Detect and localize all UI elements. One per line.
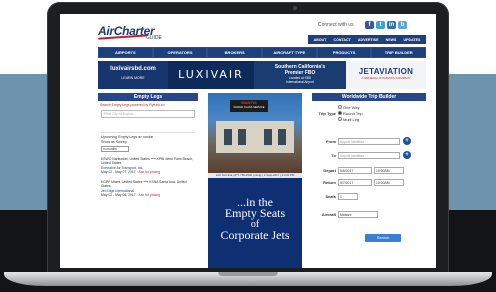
trip-builder-title: Worldwide Trip Builder [312, 93, 426, 101]
nav-aircraft-type[interactable]: AIRCRAFT TYPE [263, 48, 316, 57]
ad-line-2: Empty Seats [224, 206, 286, 220]
empty-legs-search-input[interactable]: Find City or Airport... [101, 110, 195, 118]
ad-line-4: Corporate Jets [220, 228, 290, 242]
nav-brokers[interactable]: BROKERS [208, 48, 262, 57]
nav-airports[interactable]: AIRPORTS [99, 48, 152, 57]
empty-leg-item[interactable]: KOPF Miami, United States ⟶ KSNA Santa A… [101, 180, 195, 198]
facebook-icon[interactable]: f [365, 21, 374, 29]
ad-window [264, 129, 272, 145]
jet-aviation-sub: A GENERAL DYNAMICS COMPANY [361, 76, 411, 80]
add-to-plus-icon[interactable]: + [403, 151, 411, 159]
return-time-select[interactable]: 10:00AM [374, 179, 404, 186]
empty-legs-title: Empty Legs [98, 93, 198, 101]
ad-photo: MANTIS WORLD CLASS SERVICE [208, 93, 302, 173]
main-nav: AIRPORTS OPERATORS BROKERS AIRCRAFT TYPE… [98, 47, 426, 58]
aircraft-row: Aircraft Midsize [312, 211, 378, 218]
side-ad[interactable]: MANTIS WORLD CLASS SERVICE LAX Terminal … [208, 93, 302, 268]
return-date-input[interactable]: 5/7/2017 [338, 179, 372, 186]
webcam-icon [293, 6, 297, 10]
to-label: To [331, 152, 336, 158]
jet-aviation-logo: JETAVIATION [358, 67, 414, 76]
aircraft-label: Aircraft [321, 212, 336, 217]
ad-headline: ...in the Empty Seats of Corporate Jets [208, 196, 302, 242]
util-nav-news[interactable]: NEWS [386, 38, 397, 42]
connect-label: Connect with us [318, 22, 354, 28]
trip-type-option[interactable]: Multi Leg [338, 117, 363, 122]
banner-fbo-sub-2: International Airport [286, 80, 314, 84]
util-nav-advertise[interactable]: ADVERTISE [358, 38, 379, 42]
to-input[interactable]: Airport Identifier [338, 151, 400, 159]
ad-window [224, 129, 232, 145]
site-logo[interactable]: AirCharter GUIDE [97, 22, 162, 41]
show-as-label: Show as Sweep [101, 139, 127, 144]
nav-products[interactable]: PRODUCTS [317, 48, 371, 57]
trip-type-option[interactable]: One Way [338, 105, 363, 110]
banner-learn-more[interactable]: LEARN MORE [98, 76, 168, 80]
trip-type-row: Trip Type One Way Round Trip Multi Leg [312, 105, 363, 122]
radio-icon[interactable] [338, 117, 342, 121]
leg-date: May 02 - May 06, 2017 [101, 193, 136, 198]
ad-sign-title: MANTIS [241, 100, 257, 105]
trip-type-label: Trip Type [318, 111, 336, 116]
depart-date-input[interactable]: 5/6/2017 [338, 167, 372, 174]
radio-icon[interactable] [338, 105, 342, 109]
seats-row: Seats 1 [312, 193, 358, 200]
depart-row: Depart 5/6/2017 10:00AM [312, 167, 404, 174]
ad-window [278, 129, 286, 145]
seats-input[interactable]: 1 [338, 193, 358, 200]
laptop-base-notch [218, 272, 278, 276]
leg-price[interactable]: Ask for pricing [139, 193, 160, 197]
from-row: From Airport Identifier + [312, 137, 411, 145]
leg-price[interactable]: Ask for pricing [139, 170, 160, 174]
util-nav-updates[interactable]: UPDATES [404, 38, 421, 42]
banner-brand: LUXIVAIR [168, 61, 254, 89]
leg-route: KSWO Nantucket, United States ⟶ KPBI Wes… [101, 156, 194, 166]
utility-nav: ABOUT CONTACT ADVERTISE NEWS UPDATES [308, 35, 426, 44]
twitter-icon[interactable]: t [376, 21, 385, 29]
divider [101, 132, 195, 133]
empty-legs-subtitle: Search Empty Legs powered by Flyfunk.co [100, 103, 165, 107]
blog-icon[interactable]: b [398, 21, 407, 29]
logo-subtext: GUIDE [146, 35, 162, 41]
return-row: Return 5/7/2017 10:00AM [312, 179, 404, 186]
banner-url-block: luxivairsbd.com LEARN MORE [98, 61, 168, 89]
banner-fbo-block: Southern California's Premier FBO Locate… [254, 61, 346, 89]
util-nav-contact[interactable]: CONTACT [333, 38, 350, 42]
seats-label: Seats [325, 194, 336, 199]
ad-window [238, 129, 246, 145]
linkedin-icon[interactable]: in [387, 21, 396, 29]
banner-url: luxivairsbd.com [110, 66, 156, 72]
nav-trip-builder[interactable]: TRIP BUILDER [372, 48, 426, 57]
from-label: From [326, 138, 336, 144]
nav-operators[interactable]: OPERATORS [153, 48, 207, 57]
banner-ad[interactable]: luxivairsbd.com LEARN MORE LUXIVAIR Sout… [98, 61, 426, 89]
depart-label: Depart [323, 168, 336, 173]
ad-caption: LAX Terminal | 877-768-1500 | info@ | 1-… [208, 173, 302, 178]
ad-sign-sub: WORLD CLASS SERVICE [233, 106, 265, 109]
from-input[interactable]: Airport Identifier [338, 137, 400, 145]
search-button[interactable]: Search [365, 234, 401, 242]
util-nav-about[interactable]: ABOUT [314, 38, 327, 42]
trip-builder-panel: Worldwide Trip Builder Trip Type One Way… [312, 93, 426, 268]
aircraft-select[interactable]: Midsize [338, 211, 378, 218]
laptop-screen: AirCharter GUIDE Connect with us f t in … [60, 14, 436, 268]
leg-route: KOPF Miami, United States ⟶ KSNA Santa A… [101, 179, 187, 189]
add-from-plus-icon[interactable]: + [403, 137, 411, 145]
banner-jet-aviation: JETAVIATION A GENERAL DYNAMICS COMPANY [346, 61, 426, 89]
empty-leg-item[interactable]: KSWO Nantucket, United States ⟶ KPBI Wes… [101, 157, 195, 175]
depart-time-select[interactable]: 10:00AM [374, 167, 404, 174]
leg-date: May 02 - May 07, 2017 [101, 170, 136, 175]
empty-legs-panel: Empty Legs Search Empty Legs powered by … [98, 93, 198, 268]
to-row: To Airport Identifier + [312, 151, 411, 159]
trip-type-option[interactable]: Round Trip [338, 111, 363, 116]
months-select[interactable]: in months [101, 145, 129, 152]
ad-sign: MANTIS WORLD CLASS SERVICE [230, 100, 268, 112]
return-label: Return [323, 180, 336, 185]
radio-checked-icon[interactable] [338, 111, 342, 115]
